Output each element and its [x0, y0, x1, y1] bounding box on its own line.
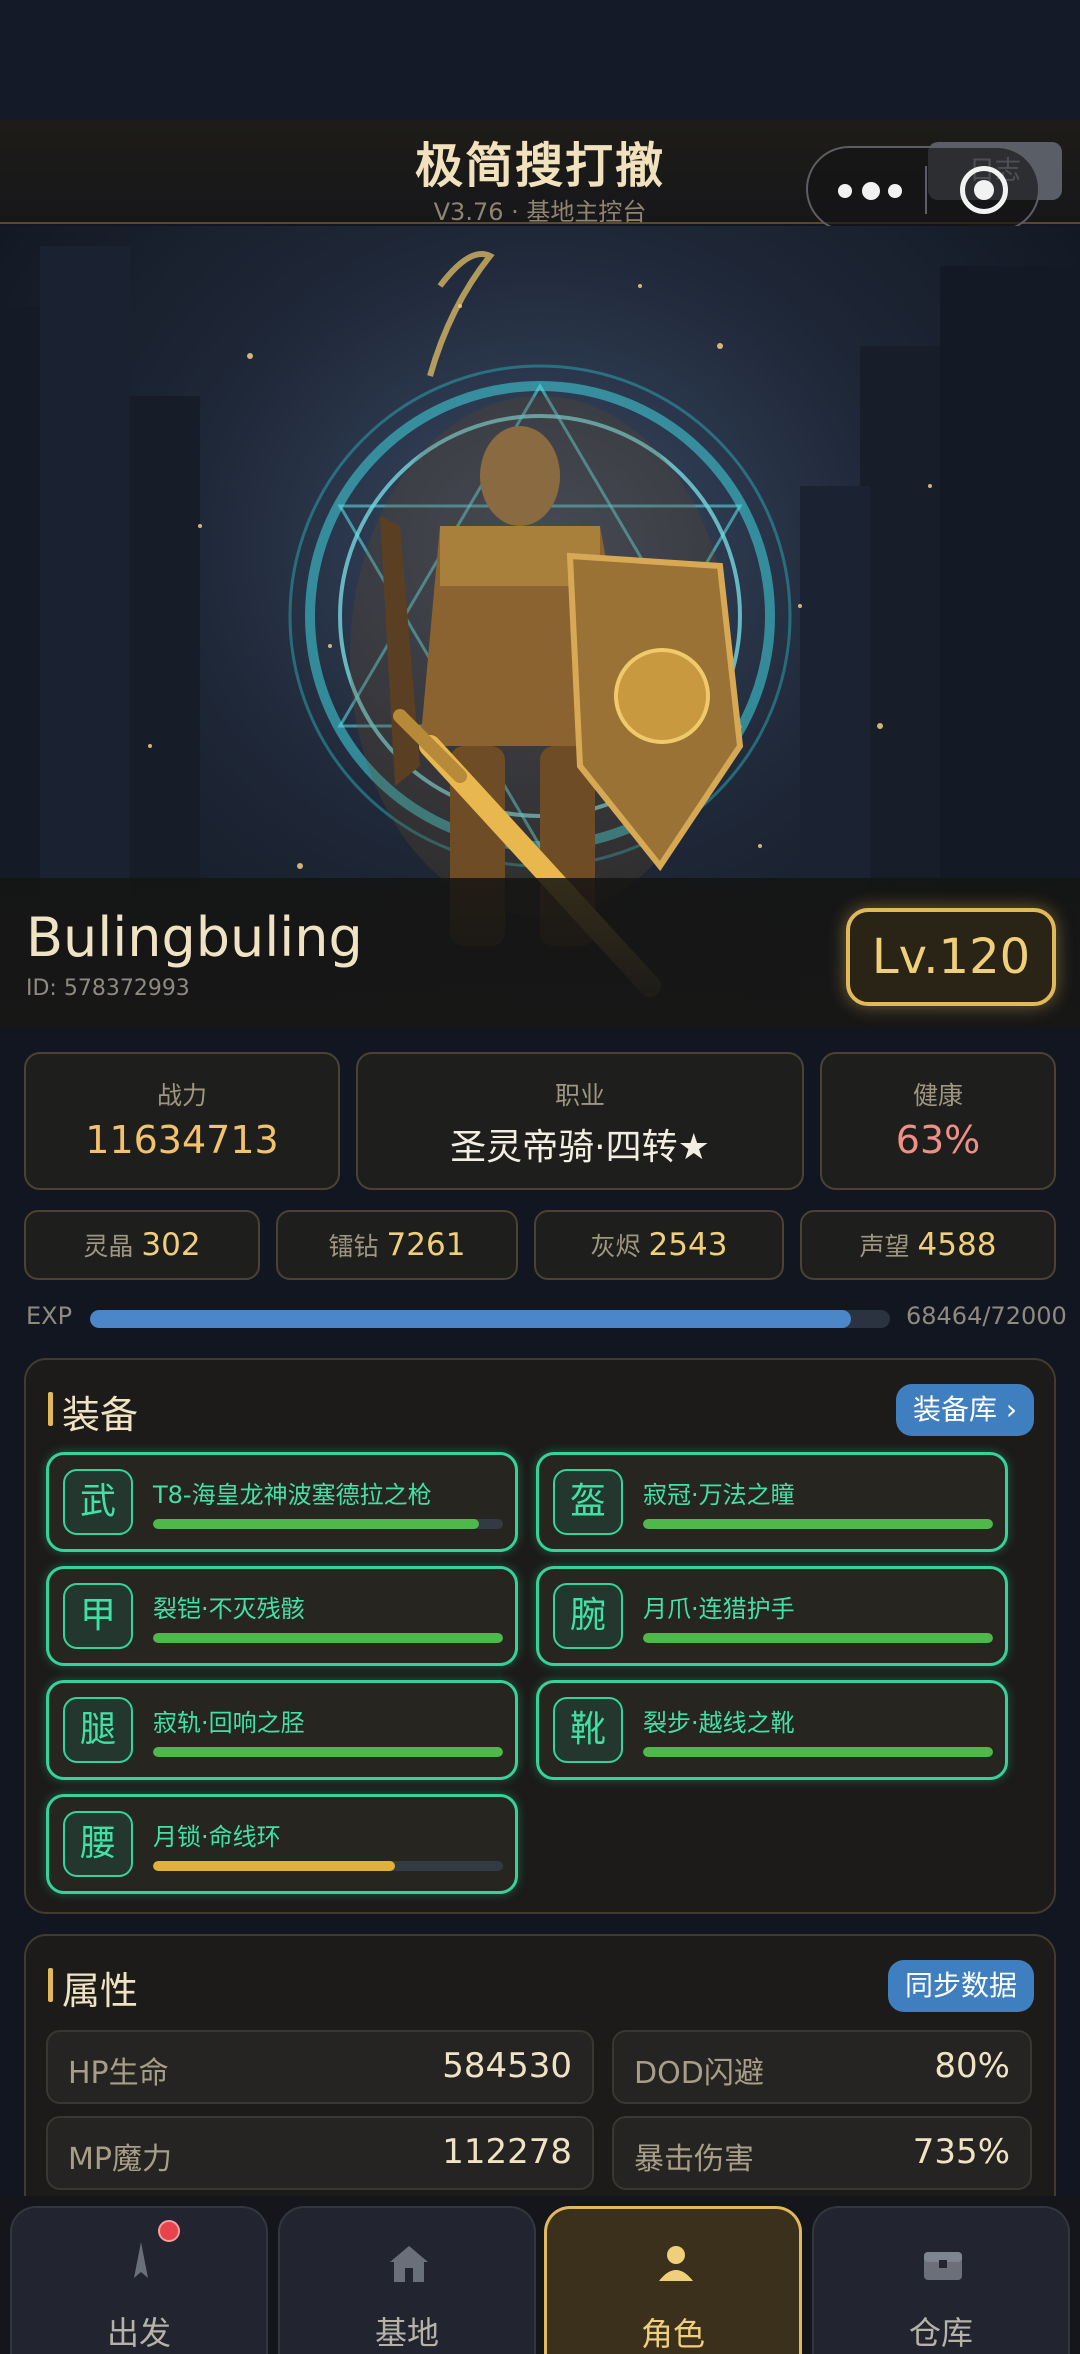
top-bar: 极简搜打撤 V3.76 · 基地主控台 日志: [0, 120, 1080, 232]
resource-value: 7261: [386, 1227, 466, 1263]
durability-fill: [153, 1519, 479, 1529]
stat-card-health: 健康 63%: [820, 1052, 1056, 1190]
slot-glyph: 腿: [63, 1697, 133, 1763]
stat-value: 63%: [895, 1118, 981, 1162]
attr-label: HP生命: [68, 2056, 169, 2091]
attr-dodge: DOD闪避 80%: [612, 2030, 1032, 2104]
player-name: Bulingbuling: [26, 906, 363, 969]
durability-fill: [643, 1519, 993, 1529]
durability-bar: [153, 1861, 503, 1871]
attr-value: 80%: [934, 2046, 1010, 2086]
resource-value: 4588: [917, 1227, 997, 1263]
equipment-name: 月爪·连猎护手: [643, 1595, 795, 1623]
equipment-library-button[interactable]: 装备库 ›: [896, 1384, 1034, 1436]
durability-bar: [643, 1633, 993, 1643]
durability-bar: [153, 1633, 503, 1643]
nav-label: 出发: [106, 2314, 171, 2352]
resource-label: 声望: [859, 1232, 910, 1261]
durability-bar: [153, 1519, 503, 1529]
attr-value: 112278: [442, 2132, 572, 2172]
durability-fill: [643, 1633, 993, 1643]
slot-glyph: 腰: [63, 1811, 133, 1877]
resource-label: 镭钻: [328, 1232, 379, 1261]
nav-tab-depart[interactable]: 出发: [10, 2206, 268, 2354]
exp-value: 68464/72000: [906, 1302, 1067, 1330]
nav-label: 基地: [374, 2314, 439, 2352]
sync-data-button[interactable]: 同步数据: [888, 1960, 1034, 2012]
attr-value: 584530: [442, 2046, 572, 2086]
equipment-slot[interactable]: 腰月锁·命线环: [46, 1794, 518, 1894]
storage-chest-icon: [924, 2252, 962, 2280]
equipment-slot[interactable]: 甲裂铠·不灭残骸: [46, 1566, 518, 1666]
exp-label: EXP: [26, 1302, 73, 1330]
equipment-slot[interactable]: 靴裂步·越线之靴: [536, 1680, 1008, 1780]
mini-program-capsule: [806, 146, 1040, 232]
stat-card-class: 职业 圣灵帝骑·四转★: [356, 1052, 804, 1190]
more-menu-icon[interactable]: [838, 172, 908, 208]
equipment-slot[interactable]: 武 T8-海皇龙神波塞德拉之枪: [46, 1452, 518, 1552]
nav-tab-character[interactable]: 角色: [544, 2206, 802, 2354]
nav-label: 角色: [640, 2315, 705, 2353]
slot-glyph: 靴: [553, 1697, 623, 1763]
stat-value: 11634713: [85, 1118, 279, 1162]
durability-bar: [643, 1519, 993, 1529]
close-miniprogram-icon[interactable]: [960, 166, 1008, 214]
attr-hp: HP生命 584530: [46, 2030, 594, 2104]
durability-fill: [153, 1747, 503, 1757]
exp-bar-fill: [90, 1310, 851, 1328]
equipment-name: T8-海皇龙神波塞德拉之枪: [153, 1481, 432, 1509]
attr-crit-damage: 暴击伤害 735%: [612, 2116, 1032, 2190]
stat-value: 圣灵帝骑·四转★: [450, 1127, 710, 1168]
rocket-icon: [134, 2242, 148, 2278]
attr-label: DOD闪避: [634, 2056, 764, 2091]
attr-label: MP魔力: [68, 2142, 172, 2177]
nav-tab-storage[interactable]: 仓库: [812, 2206, 1070, 2354]
equipment-name: 寂冠·万法之瞳: [643, 1481, 795, 1509]
status-bar-area: [0, 0, 1080, 120]
resource-ash: 灰烬 2543: [534, 1210, 784, 1280]
capsule-divider: [925, 166, 927, 214]
equipment-name: 寂轨·回响之胫: [153, 1709, 305, 1737]
player-id: ID: 578372993: [26, 976, 190, 1001]
durability-fill: [643, 1747, 993, 1757]
durability-bar: [643, 1747, 993, 1757]
attr-value: 735%: [912, 2132, 1010, 2172]
resource-spirit-crystal: 灵晶 302: [24, 1210, 260, 1280]
exp-bar: [90, 1310, 890, 1328]
durability-bar: [153, 1747, 503, 1757]
stat-card-power: 战力 11634713: [24, 1052, 340, 1190]
attributes-title: 属性: [48, 1960, 138, 2015]
slot-glyph: 甲: [63, 1583, 133, 1649]
equipment-slot[interactable]: 盔寂冠·万法之瞳: [536, 1452, 1008, 1552]
resource-value: 2543: [648, 1227, 728, 1263]
resource-value: 302: [141, 1227, 201, 1263]
level-badge: Lv.120: [846, 908, 1056, 1006]
attr-mp: MP魔力 112278: [46, 2116, 594, 2190]
equipment-slot[interactable]: 腿寂轨·回响之胫: [46, 1680, 518, 1780]
resource-reputation: 声望 4588: [800, 1210, 1056, 1280]
durability-fill: [153, 1633, 503, 1643]
equipment-name: 裂步·越线之靴: [643, 1709, 795, 1737]
attr-label: 暴击伤害: [634, 2142, 754, 2177]
nav-tab-base[interactable]: 基地: [278, 2206, 536, 2354]
slot-glyph: 武: [63, 1469, 133, 1535]
equipment-title: 装备: [48, 1384, 138, 1439]
notification-dot: [158, 2220, 180, 2242]
stat-label: 战力: [156, 1081, 207, 1110]
resource-label: 灵晶: [83, 1232, 134, 1261]
slot-glyph: 腕: [553, 1583, 623, 1649]
stat-label: 健康: [912, 1081, 963, 1110]
durability-fill: [153, 1861, 395, 1871]
stat-label: 职业: [554, 1081, 605, 1110]
base-house-icon: [390, 2246, 428, 2282]
equipment-name: 裂铠·不灭残骸: [153, 1595, 305, 1623]
character-icon: [659, 2246, 693, 2281]
resource-radium-diamond: 镭钻 7261: [276, 1210, 518, 1280]
nav-label: 仓库: [908, 2314, 973, 2352]
slot-glyph: 盔: [553, 1469, 623, 1535]
equipment-name: 月锁·命线环: [153, 1823, 281, 1851]
equipment-slot[interactable]: 腕月爪·连猎护手: [536, 1566, 1008, 1666]
resource-label: 灰烬: [590, 1232, 641, 1261]
